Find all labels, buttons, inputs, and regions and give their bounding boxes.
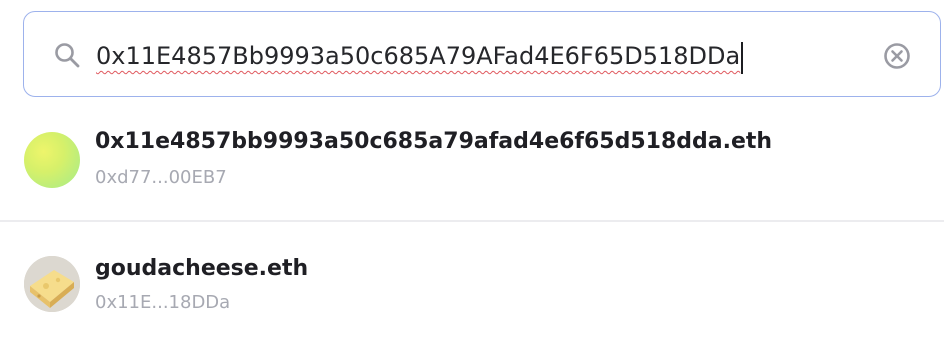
- result-name: 0x11e4857bb9993a50c685a79afad4e6f65d518d…: [95, 129, 773, 154]
- close-circle-icon[interactable]: [883, 42, 911, 70]
- divider: [0, 220, 944, 222]
- result-address: 0xd77...00EB7: [95, 167, 227, 188]
- result-name: goudacheese.eth: [95, 256, 309, 281]
- cheese-avatar: [24, 256, 80, 312]
- search-icon: [53, 41, 81, 69]
- result-item[interactable]: goudacheese.eth 0x11E...18DDa: [0, 245, 944, 345]
- gradient-avatar: [24, 132, 80, 188]
- search-box[interactable]: 0x11E4857Bb9993a50c685A79AFad4E6F65D518D…: [23, 11, 941, 97]
- result-address: 0x11E...18DDa: [95, 292, 231, 313]
- search-input[interactable]: 0x11E4857Bb9993a50c685A79AFad4E6F65D518D…: [96, 34, 740, 78]
- result-item[interactable]: 0x11e4857bb9993a50c685a79afad4e6f65d518d…: [0, 120, 944, 220]
- text-caret: [741, 42, 743, 74]
